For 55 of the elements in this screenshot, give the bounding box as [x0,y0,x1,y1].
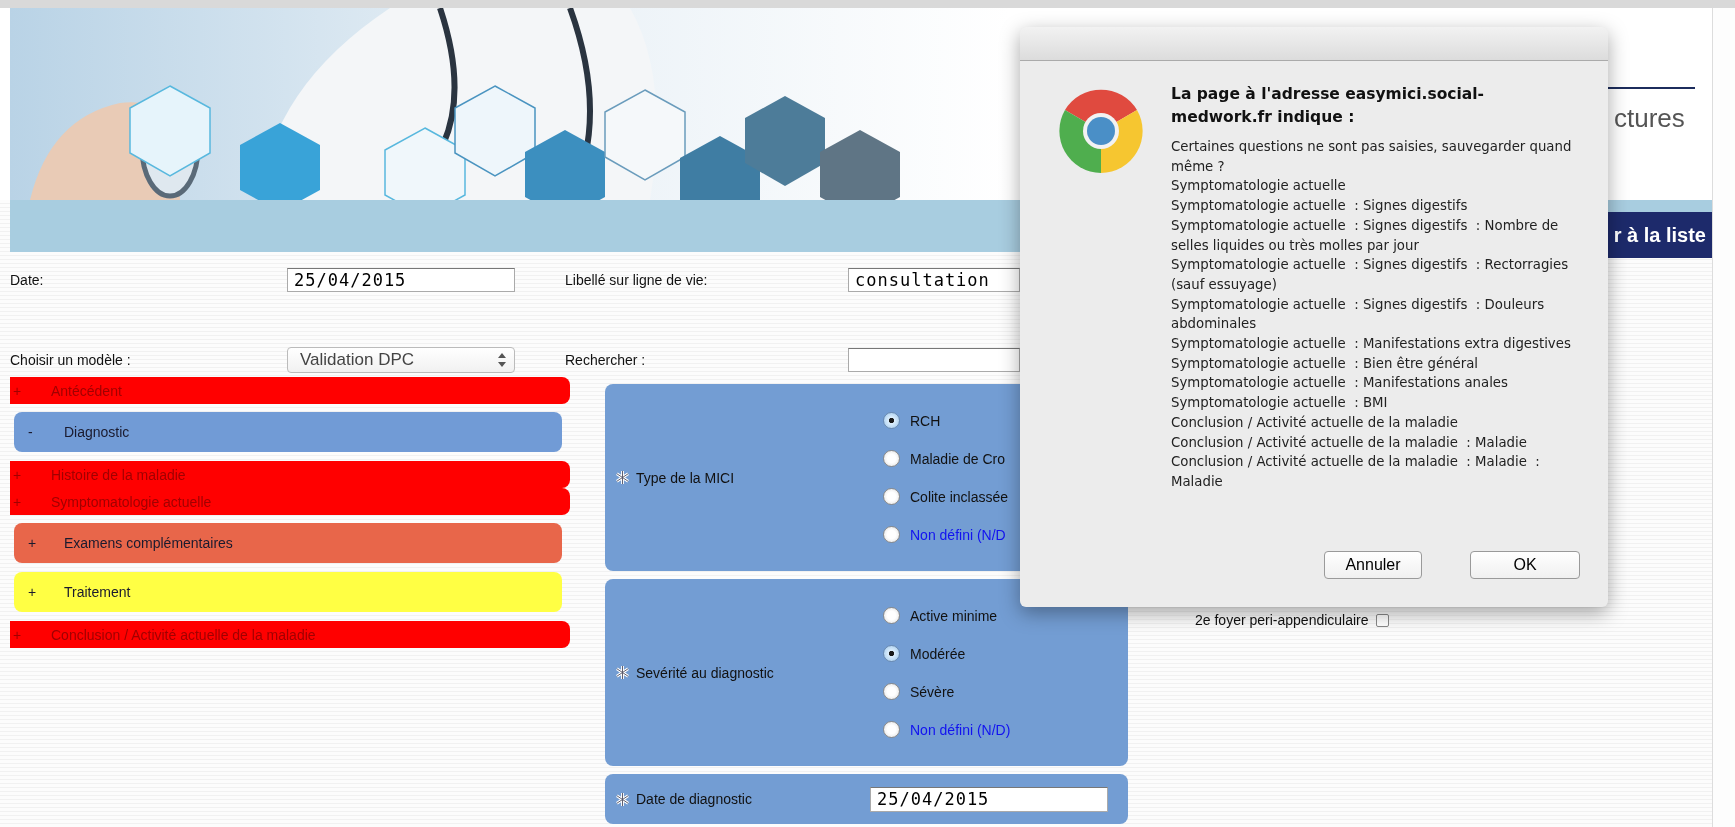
date-field[interactable]: 25/04/2015 [287,268,515,292]
radio-button[interactable] [883,450,900,467]
radio-button[interactable] [883,607,900,624]
message-line: Symptomatologie actuelle : Signes digestifs : Nombre de selles liquides ou très molles par jour [1171,216,1560,255]
asterisk-icon [615,791,630,807]
circle-logo-icon [1059,89,1143,173]
message-line: Symptomatologie actuelle : BMI [1171,394,1389,413]
page-subtitle: ctures [1614,103,1686,134]
option-label: Modérée [910,645,966,662]
option-label: Non défini (N/D [910,526,1006,543]
radio-button[interactable] [883,683,900,700]
model-select[interactable]: Validation DPC [287,347,515,373]
option-label: Sévère [910,683,955,700]
section-header[interactable]: - Diagnostic [14,412,562,452]
dialog-button[interactable]: Annuler [1324,551,1422,579]
option-label: Maladie de Cro [910,450,1005,467]
dialog-button[interactable]: OK [1470,551,1580,579]
option-label: Non défini (N/D) [910,721,1011,738]
field-label: Choisir un modèle : [10,352,132,368]
message-line: Conclusion / Activité actuelle de la maladie : Maladie : Maladie [1171,453,1541,491]
message-line: Symptomatologie actuelle [1171,177,1347,196]
date-field[interactable]: 25/04/2015 [870,786,1108,812]
option-label: Active minime [910,607,998,624]
asterisk-icon [615,470,630,485]
radio-button[interactable] [883,526,900,543]
updown-arrows-icon [498,353,506,367]
message-line: Certaines questions ne sont pas saisies, sauvegarder quand même ? [1171,138,1573,176]
question-label: Type de la MICI [636,469,735,486]
option-label: RCH [910,412,941,429]
message-line: Conclusion / Activité actuelle de la maladie [1171,413,1459,432]
asterisk-icon [615,665,630,680]
radio-button[interactable] [883,412,900,429]
message-line: Symptomatologie actuelle : Signes digestifs : Douleurs abdominales [1171,295,1546,334]
option-label: Colite inclassée [910,488,1009,505]
field-label: Date: [10,272,45,288]
radio-button[interactable] [883,645,900,662]
section-header[interactable]: + Traitement [14,572,562,612]
field-label: Libellé sur ligne de vie: [564,272,709,288]
dialog-title: La page à l'adresse easymici.social-medwork.fr indique : [1171,84,1485,128]
message-line: Symptomatologie actuelle : Manifestations anales [1171,374,1509,393]
timeline-label-field[interactable]: consultation [848,268,1020,292]
message-line: Symptomatologie actuelle : Manifestations extra digestives [1171,335,1572,354]
search-field[interactable] [848,348,1020,372]
message-line: Symptomatologie actuelle : Signes digestifs : Rectorragies (sauf essuyage) [1171,256,1570,294]
message-line: Conclusion / Activité actuelle de la maladie : Maladie [1171,433,1528,452]
message-line: Symptomatologie actuelle : Signes digestifs [1171,197,1469,216]
option-label: 2e foyer peri-appendiculaire [1195,612,1369,628]
radio-button[interactable] [883,721,900,738]
message-line: Symptomatologie actuelle : Bien être général [1171,354,1480,373]
question-label: Date de diagnostic [636,791,752,807]
field-label: Rechercher : [564,352,647,368]
question-label: Sevérité au diagnostic [636,664,774,681]
radio-button[interactable] [883,488,900,505]
checkbox[interactable] [1375,613,1389,627]
section-header[interactable]: + Examens complémentaires [14,523,562,563]
